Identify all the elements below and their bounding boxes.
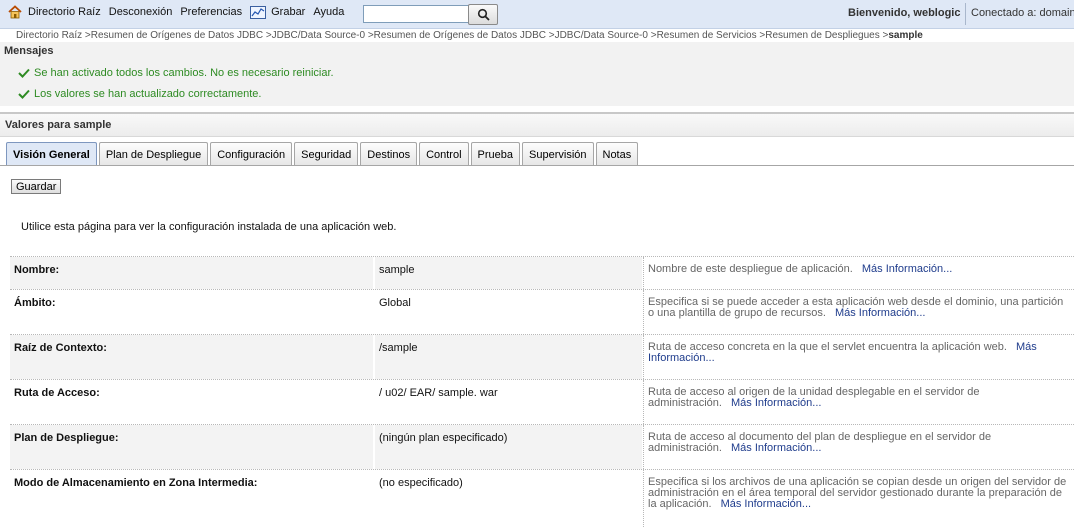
- check-icon: [18, 68, 30, 78]
- top-toolbar: Directorio Raíz Desconexión Preferencias…: [0, 0, 1074, 29]
- row-value: Global: [379, 297, 411, 309]
- save-button[interactable]: Guardar: [11, 179, 62, 194]
- message-text: Los valores se han actualizado correctam…: [34, 88, 262, 100]
- tab-bar: Visión General Plan de Despliegue Config…: [6, 142, 640, 166]
- tab-underline: [0, 165, 1074, 166]
- section-header: Valores para sample: [0, 114, 1074, 137]
- page-description: Utilice esta página para ver la configur…: [21, 221, 397, 233]
- top-nav: Directorio Raíz Desconexión Preferencias…: [8, 5, 352, 19]
- row-description: Ruta de acceso al documento del plan de …: [643, 425, 1074, 469]
- row-description: Ruta de acceso concreta en la que el ser…: [643, 335, 1074, 379]
- messages-panel: Mensajes Se han activado todos los cambi…: [0, 42, 1074, 106]
- message-text: Se han activado todos los cambios. No es…: [34, 67, 334, 79]
- table-row: Modo de Almacenamiento en Zona Intermedi…: [10, 469, 1074, 527]
- table-row: Raíz de Contexto: /sample Ruta de acceso…: [10, 334, 1074, 379]
- nav-preferences-link[interactable]: Preferencias: [180, 6, 242, 18]
- nav-home-link[interactable]: Directorio Raíz: [28, 6, 101, 18]
- tab-overview[interactable]: Visión General: [6, 142, 97, 166]
- breadcrumb: Directorio Raíz >Resumen de Orígenes de …: [16, 30, 923, 41]
- connected-domain-text: Conectado a: domain: [971, 7, 1074, 19]
- messages-title: Mensajes: [4, 45, 54, 57]
- row-label: Plan de Despliegue:: [10, 425, 373, 469]
- search-input[interactable]: [363, 5, 469, 23]
- row-label: Raíz de Contexto:: [10, 335, 373, 379]
- tab-targets[interactable]: Destinos: [360, 142, 418, 166]
- tab-notes[interactable]: Notas: [595, 142, 639, 166]
- nav-record-link[interactable]: Grabar: [271, 6, 305, 18]
- row-label: Modo de Almacenamiento en Zona Intermedi…: [14, 477, 258, 489]
- row-description: Nombre de este despliegue de aplicación.…: [643, 257, 1074, 289]
- nav-logout-link[interactable]: Desconexión: [109, 6, 173, 18]
- more-info-link[interactable]: Más Información...: [835, 307, 925, 319]
- breadcrumb-current: sample: [888, 30, 923, 41]
- row-description-text: Especifica si los archivos de una aplica…: [648, 476, 1067, 510]
- tab-security[interactable]: Seguridad: [294, 142, 359, 166]
- search-button[interactable]: [468, 4, 498, 25]
- row-description: Ruta de acceso al origen de la unidad de…: [643, 380, 1074, 424]
- nav-help-link[interactable]: Ayuda: [313, 6, 344, 18]
- message-item: Se han activado todos los cambios. No es…: [18, 67, 334, 79]
- more-info-link[interactable]: Más Información...: [721, 498, 811, 510]
- row-description: Especifica si los archivos de una aplica…: [643, 470, 1074, 527]
- section-title: Valores para sample: [5, 119, 112, 131]
- table-row: Ruta de Acceso: / u02/ EAR/ sample. war …: [10, 379, 1074, 424]
- row-label: Nombre:: [10, 257, 373, 289]
- tab-deployment-plan[interactable]: Plan de Despliegue: [98, 142, 209, 166]
- home-icon[interactable]: [8, 5, 22, 19]
- message-item: Los valores se han actualizado correctam…: [18, 88, 261, 100]
- record-chart-icon[interactable]: [250, 5, 267, 19]
- table-row: Ámbito: Global Especifica si se puede ac…: [10, 289, 1074, 334]
- row-label: Ámbito:: [14, 297, 56, 309]
- breadcrumb-path[interactable]: Directorio Raíz >Resumen de Orígenes de …: [16, 30, 888, 41]
- table-row: Plan de Despliegue: (ningún plan especif…: [10, 424, 1074, 469]
- row-value: /sample: [375, 335, 642, 379]
- tab-control[interactable]: Control: [419, 142, 469, 166]
- welcome-text: Bienvenido, weblogic: [848, 7, 961, 19]
- topbar-separator: [965, 3, 966, 25]
- more-info-link[interactable]: Más Información...: [731, 397, 821, 409]
- row-value: / u02/ EAR/ sample. war: [379, 387, 498, 399]
- check-icon: [18, 89, 30, 99]
- more-info-link[interactable]: Más Información...: [731, 442, 821, 454]
- row-description: Especifica si se puede acceder a esta ap…: [643, 290, 1074, 334]
- search-icon: [477, 8, 490, 21]
- row-value: sample: [375, 257, 642, 289]
- row-value: (no especificado): [379, 477, 463, 489]
- table-row: Nombre: sample Nombre de este despliegue…: [10, 256, 1074, 289]
- row-label: Ruta de Acceso:: [14, 387, 100, 399]
- row-description-text: Nombre de este despliegue de aplicación.: [648, 263, 853, 275]
- row-value: (ningún plan especificado): [375, 425, 642, 469]
- tab-monitoring[interactable]: Supervisión: [522, 142, 594, 166]
- tab-test[interactable]: Prueba: [470, 142, 521, 166]
- properties-table: Nombre: sample Nombre de este despliegue…: [10, 256, 1074, 527]
- more-info-link[interactable]: Más Información...: [862, 263, 952, 275]
- tab-configuration[interactable]: Configuración: [210, 142, 293, 166]
